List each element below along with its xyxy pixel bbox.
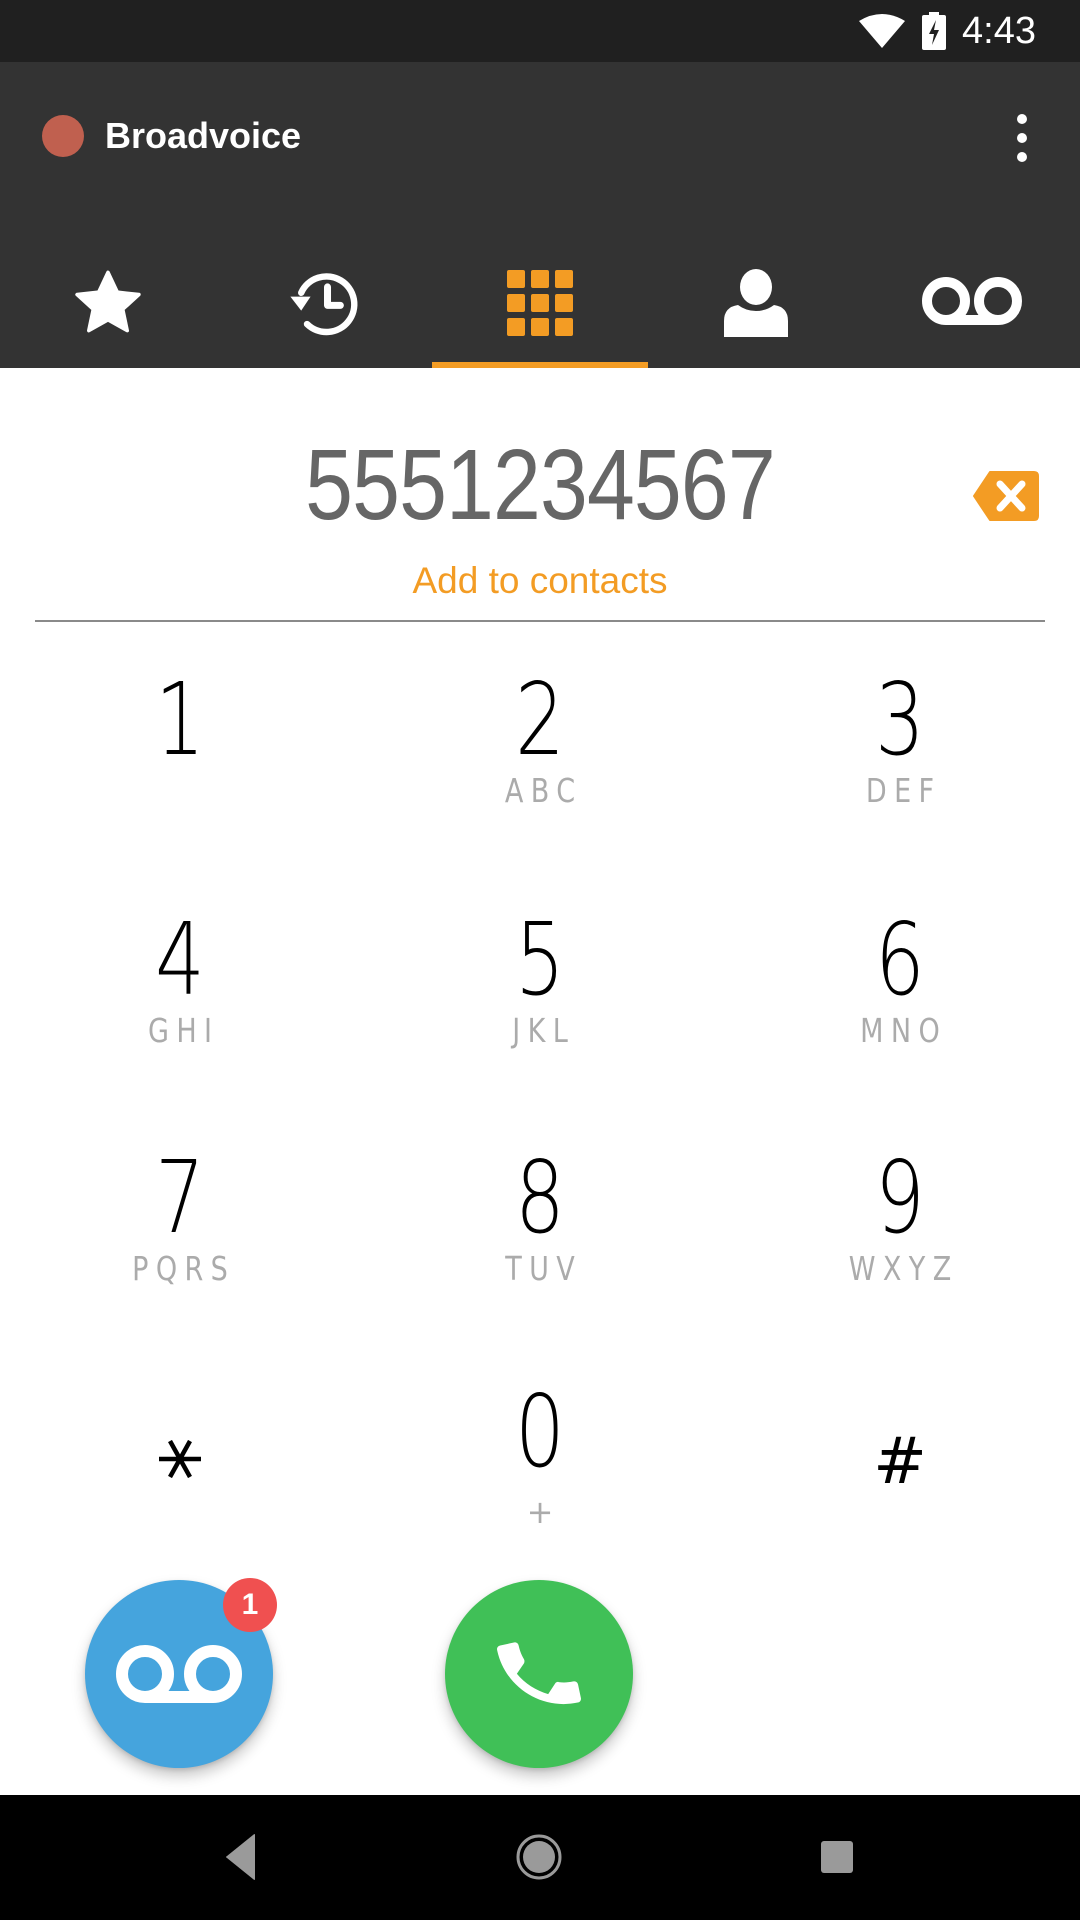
key-digit: # [873, 1425, 927, 1499]
battery-charging-icon [922, 12, 946, 50]
key-3[interactable]: 3 DEF [750, 630, 1050, 850]
key-0[interactable]: 0 + [390, 1342, 690, 1562]
voicemail-icon [116, 1645, 242, 1703]
key-digit: 8 [515, 1139, 565, 1256]
key-hash[interactable]: # [750, 1342, 1050, 1562]
person-icon [724, 269, 788, 338]
system-nav-bar [0, 1795, 1080, 1920]
backspace-button[interactable] [972, 470, 1040, 522]
more-vert-icon-dot [1017, 152, 1027, 162]
status-time: 4:43 [962, 10, 1036, 52]
app-bar: Broadvoice [0, 62, 1080, 368]
key-4[interactable]: 4 GHI [30, 870, 330, 1090]
key-9[interactable]: 9 WXYZ [750, 1108, 1050, 1328]
more-options-button[interactable] [1000, 106, 1044, 170]
key-digit: 4 [155, 901, 205, 1018]
key-digit: 0 [515, 1373, 565, 1490]
voicemail-icon [922, 277, 1022, 326]
dialpad: 1 2 ABC 3 DEF 4 GHI 5 JKL 6 MNO 7 PQRS 8… [0, 630, 1080, 1570]
key-7[interactable]: 7 PQRS [30, 1108, 330, 1328]
asterisk-icon [159, 1440, 201, 1478]
key-digit: 9 [875, 1139, 925, 1256]
nav-home-button[interactable] [494, 1817, 584, 1897]
key-letters: TUV [505, 1249, 583, 1288]
dialpad-icon [507, 270, 573, 337]
history-icon [290, 273, 358, 336]
key-letters: ABC [504, 771, 583, 810]
key-letters: MNO [860, 1011, 948, 1050]
key-digit: 6 [875, 901, 925, 1018]
tab-recents[interactable] [216, 214, 432, 368]
back-icon [226, 1834, 255, 1880]
tab-bar [0, 214, 1080, 368]
number-divider [35, 620, 1045, 622]
key-1[interactable]: 1 [30, 630, 330, 850]
backspace-icon [973, 471, 1039, 521]
star-icon [75, 270, 141, 333]
call-button[interactable] [445, 1580, 633, 1768]
key-5[interactable]: 5 JKL [390, 870, 690, 1090]
key-letters: GHI [147, 1011, 220, 1050]
key-8[interactable]: 8 TUV [390, 1108, 690, 1328]
dialed-number-field[interactable]: 5551234567 [205, 430, 876, 540]
key-letters: PQRS [132, 1249, 236, 1288]
key-letters [57, 773, 303, 809]
status-bar: 4:43 [0, 0, 1080, 62]
nav-recents-button[interactable] [792, 1817, 882, 1897]
key-digit: 2 [515, 661, 565, 778]
phone-icon [497, 1642, 581, 1704]
add-to-contacts-link[interactable]: Add to contacts [340, 558, 740, 604]
key-star[interactable] [30, 1342, 330, 1562]
nav-back-button[interactable] [196, 1817, 286, 1897]
more-vert-icon-dot [1017, 133, 1027, 143]
voicemail-count-badge: 1 [223, 1578, 277, 1632]
key-plus-label: + [526, 1493, 554, 1531]
key-6[interactable]: 6 MNO [750, 870, 1050, 1090]
tab-contacts[interactable] [648, 214, 864, 368]
tab-favorites[interactable] [0, 214, 216, 368]
key-digit: 1 [155, 661, 205, 778]
more-vert-icon [1017, 114, 1027, 124]
wifi-icon [859, 14, 905, 48]
key-letters: DEF [865, 771, 942, 810]
tab-dialpad[interactable] [432, 214, 648, 368]
key-digit: 7 [155, 1139, 205, 1256]
app-title: Broadvoice [105, 115, 302, 156]
key-letters: JKL [512, 1011, 576, 1050]
presence-status-indicator [42, 115, 84, 157]
key-digit: 5 [515, 901, 565, 1018]
key-letters: WXYZ [848, 1249, 959, 1288]
tab-voicemail[interactable] [864, 214, 1080, 368]
key-digit: 3 [875, 661, 925, 778]
recents-icon [821, 1841, 853, 1873]
home-icon [516, 1834, 562, 1880]
selected-tab-indicator [432, 362, 648, 368]
key-2[interactable]: 2 ABC [390, 630, 690, 850]
